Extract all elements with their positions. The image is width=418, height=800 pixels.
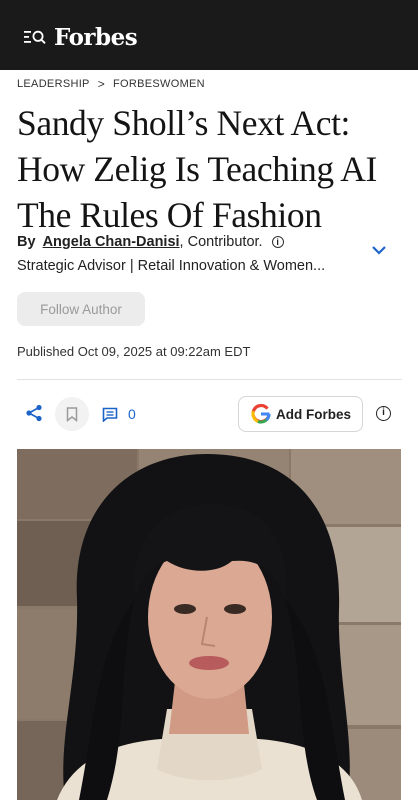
author-link[interactable]: Angela Chan-Danisi bbox=[43, 234, 180, 250]
byline-prefix: By bbox=[17, 234, 36, 250]
add-forbes-button[interactable]: Add Forbes bbox=[238, 396, 363, 432]
bookmark-button[interactable] bbox=[55, 397, 89, 431]
info-icon[interactable]: i bbox=[271, 236, 284, 248]
comment-icon bbox=[102, 407, 118, 422]
forbes-logo[interactable]: Forbes bbox=[54, 24, 138, 52]
chevron-down-icon[interactable] bbox=[370, 243, 388, 257]
divider bbox=[17, 379, 402, 380]
author-role: , Contributor. bbox=[179, 234, 263, 250]
article-hero-image bbox=[17, 449, 401, 800]
breadcrumb-leadership[interactable]: LEADERSHIP bbox=[17, 78, 90, 90]
info-icon[interactable]: i bbox=[376, 406, 391, 421]
chevron-right-icon: > bbox=[97, 77, 106, 91]
article-title: Sandy Sholl’s Next Act: How Zelig Is Tea… bbox=[17, 103, 377, 235]
published-date: Published Oct 09, 2025 at 09:22am EDT bbox=[17, 344, 251, 359]
google-g-icon bbox=[251, 403, 271, 424]
follow-author-button[interactable]: Follow Author bbox=[17, 292, 145, 326]
top-nav-bar: Forbes bbox=[0, 0, 418, 70]
share-icon[interactable] bbox=[25, 404, 43, 422]
bookmark-icon bbox=[66, 406, 78, 422]
comments-button[interactable]: 0 bbox=[102, 405, 136, 423]
breadcrumb: LEADERSHIP > FORBESWOMEN bbox=[17, 76, 205, 92]
breadcrumb-forbeswomen[interactable]: FORBESWOMEN bbox=[113, 78, 205, 90]
add-forbes-label: Add Forbes bbox=[276, 406, 352, 422]
author-bio: Strategic Advisor | Retail Innovation & … bbox=[17, 258, 326, 274]
byline: By Angela Chan-Danisi, Contributor. i St… bbox=[17, 232, 372, 276]
menu-search-icon[interactable] bbox=[24, 30, 46, 44]
comment-count: 0 bbox=[128, 406, 136, 422]
